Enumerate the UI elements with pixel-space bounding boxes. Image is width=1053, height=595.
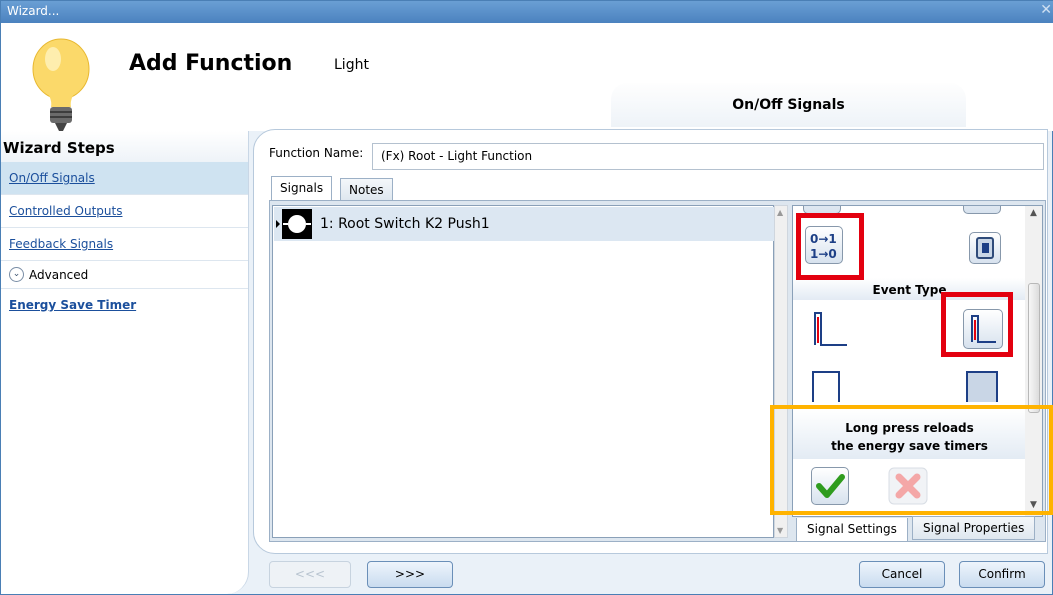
prev-button[interactable]: <<<	[269, 561, 351, 588]
tab-signal-properties[interactable]: Signal Properties	[912, 516, 1036, 540]
tab-signal-settings[interactable]: Signal Settings	[796, 518, 908, 542]
highlight-long-press	[770, 405, 1053, 515]
switch-icon[interactable]	[969, 232, 1001, 264]
next-button[interactable]: >>>	[367, 561, 453, 588]
signal-label: 1: Root Switch K2 Push1	[320, 216, 490, 232]
chevron-down-icon[interactable]: ⌄	[9, 267, 24, 282]
function-name-label: Function Name:	[269, 146, 364, 160]
cancel-button[interactable]: Cancel	[859, 561, 945, 588]
current-step-tab: On/Off Signals	[611, 83, 966, 127]
title-bar: Wizard... ✕	[1, 1, 1053, 23]
sidebar-item-controlled-outputs[interactable]: Controlled Outputs	[1, 195, 248, 228]
sidebar-heading: Wizard Steps	[1, 131, 248, 162]
highlight-event-type	[941, 292, 1013, 357]
signals-list[interactable]: 1: Root Switch K2 Push1	[272, 205, 774, 538]
sidebar-item-onoff-signals[interactable]: On/Off Signals	[1, 162, 248, 195]
partial-button[interactable]	[963, 206, 1001, 214]
light-bulb-icon	[32, 38, 90, 131]
scroll-up-icon[interactable]: ▲	[1030, 208, 1037, 218]
scroll-thumb[interactable]	[1028, 283, 1040, 413]
list-item[interactable]: 1: Root Switch K2 Push1	[274, 207, 774, 241]
tab-notes[interactable]: Notes	[340, 178, 393, 200]
pulse-selected-icon[interactable]	[963, 368, 1003, 404]
sidebar-item-feedback-signals[interactable]: Feedback Signals	[1, 228, 248, 261]
row-pointer-icon	[276, 220, 280, 228]
tab-signals[interactable]: Signals	[271, 176, 333, 200]
sidebar-item-energy-save-timer[interactable]: Energy Save Timer	[1, 289, 248, 322]
page-title: Add Function	[129, 51, 293, 76]
page-subtitle: Light	[334, 57, 369, 73]
wizard-window: Wizard... ✕ Add Function Light On/Off Si…	[0, 0, 1053, 595]
function-name-input[interactable]: (Fx) Root - Light Function	[372, 143, 1044, 170]
advanced-label: Advanced	[29, 267, 89, 282]
press-edge-icon[interactable]	[811, 309, 851, 349]
scroll-down-icon[interactable]: ▼	[777, 526, 783, 535]
advanced-expander[interactable]: ⌄ Advanced	[1, 261, 248, 289]
push-button-icon	[282, 209, 312, 239]
header: Add Function Light On/Off Signals	[1, 23, 1053, 131]
window-title: Wizard...	[7, 4, 60, 18]
wizard-steps-sidebar: Wizard Steps On/Off Signals Controlled O…	[1, 131, 249, 594]
confirm-button[interactable]: Confirm	[959, 561, 1045, 588]
scroll-up-icon[interactable]: ▲	[777, 208, 783, 217]
highlight-toggle	[796, 213, 864, 280]
pulse-icon[interactable]	[811, 368, 851, 404]
close-icon[interactable]: ✕	[1040, 2, 1052, 18]
